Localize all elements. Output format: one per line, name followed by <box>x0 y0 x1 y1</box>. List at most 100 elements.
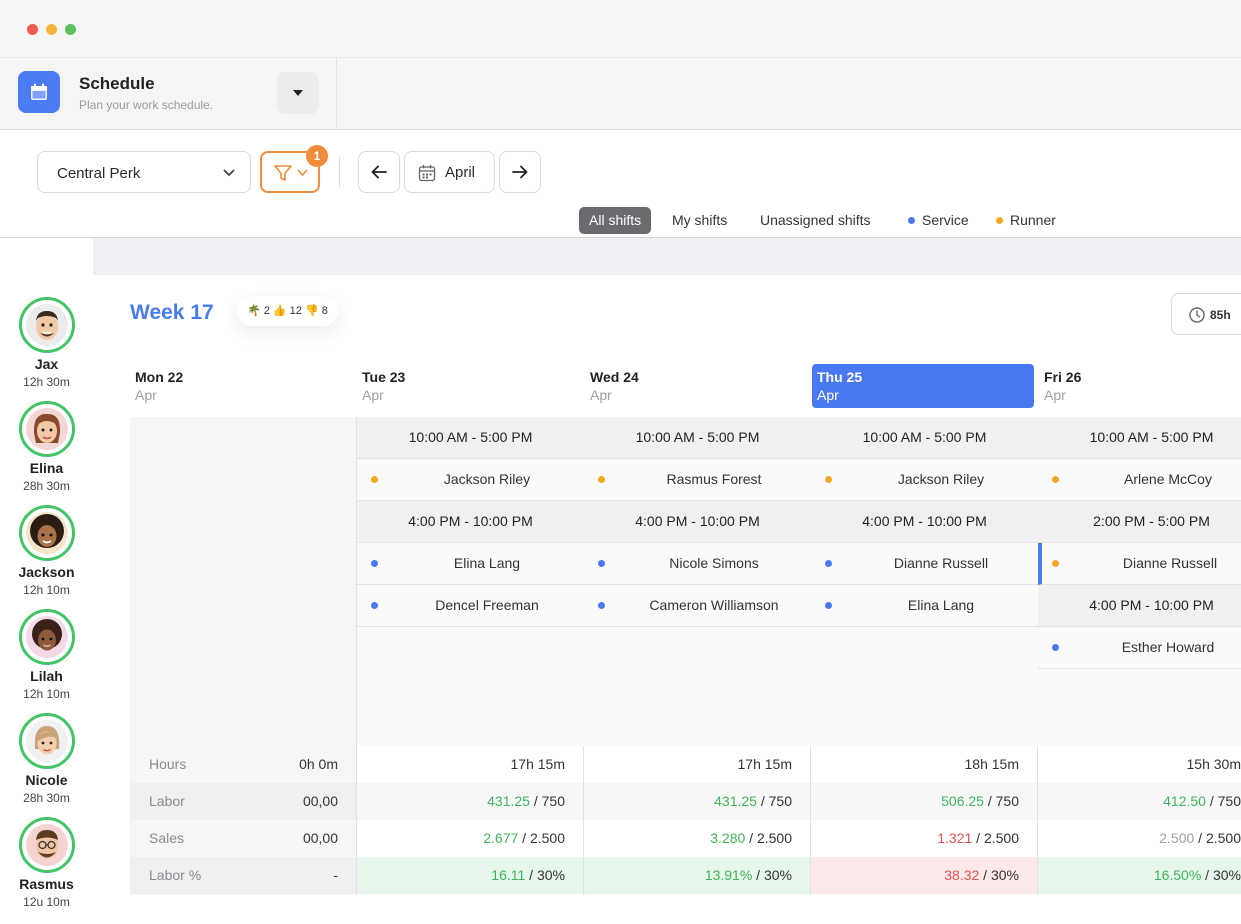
sidebar-person-lilah[interactable]: Lilah 12h 10m <box>0 609 93 701</box>
tab-my-shifts[interactable]: My shifts <box>672 207 727 234</box>
person-name: Lilah <box>30 668 63 684</box>
sidebar-person-jax[interactable]: Jax 12h 30m <box>0 297 93 389</box>
shift-time[interactable]: 4:00 PM - 10:00 PM <box>811 501 1038 543</box>
stats-value: 3.280 <box>710 830 746 846</box>
runner-dot-icon <box>825 476 832 483</box>
sidebar-person-rasmus[interactable]: Rasmus 12u 10m <box>0 817 93 909</box>
day-header-mon[interactable]: Mon 22 Apr <box>130 364 352 408</box>
avatar <box>18 401 75 457</box>
filter-count-badge: 1 <box>306 145 328 167</box>
stats-row-hours: Hours 0h 0m 17h 15m 17h 15m 18h 15m 15h 3… <box>130 746 1241 783</box>
stats-target: / 750 <box>1205 793 1241 809</box>
shift-time[interactable]: 10:00 AM - 5:00 PM <box>357 417 584 459</box>
shift-assignee[interactable]: Jackson Riley <box>811 459 1038 501</box>
day-header-thu[interactable]: Thu 25 Apr <box>812 364 1034 408</box>
shift-time[interactable]: 2:00 PM - 5:00 PM <box>1038 501 1241 543</box>
stats-label: Labor <box>149 793 185 809</box>
month-picker[interactable]: April <box>404 151 495 193</box>
close-window-button[interactable] <box>27 24 38 35</box>
day-header-wed[interactable]: Wed 24 Apr <box>585 364 807 408</box>
stats-cell-tue: 431.25 / 750 <box>357 783 584 820</box>
empty-slot[interactable] <box>1038 669 1241 746</box>
service-dot-icon <box>371 602 378 609</box>
stats-cell-mon: Hours 0h 0m <box>130 746 357 783</box>
empty-slot[interactable] <box>811 627 1038 746</box>
shift-time[interactable]: 4:00 PM - 10:00 PM <box>1038 585 1241 627</box>
shift-assignee-selected[interactable]: Dianne Russell <box>1038 543 1241 585</box>
day-label: Wed 24 <box>590 369 639 385</box>
stats-cell-tue: 16.11 / 30% <box>357 857 584 894</box>
window-titlebar <box>0 0 1241 58</box>
stats-label: Hours <box>149 756 187 772</box>
calendar-icon <box>18 71 60 113</box>
stats-target: / 30% <box>752 867 792 883</box>
shift-assignee[interactable]: Elina Lang <box>357 543 584 585</box>
shift-assignee[interactable]: Jackson Riley <box>357 459 584 501</box>
shift-time[interactable]: 10:00 AM - 5:00 PM <box>584 417 811 459</box>
stats-value: 431.25 <box>487 793 530 809</box>
service-dot-icon <box>598 560 605 567</box>
location-select[interactable]: Central Perk <box>37 151 251 193</box>
avatar-elina-icon <box>25 408 68 450</box>
shift-assignee[interactable]: Elina Lang <box>811 585 1038 627</box>
shift-assignee[interactable]: Arlene McCoy <box>1038 459 1241 501</box>
assignee-name: Esther Howard <box>1121 639 1215 655</box>
person-name: Jax <box>34 356 59 372</box>
shift-time[interactable]: 10:00 AM - 5:00 PM <box>811 417 1038 459</box>
maximize-window-button[interactable] <box>65 24 76 35</box>
shift-assignee[interactable]: Cameron Williamson <box>584 585 811 627</box>
shift-time[interactable]: 4:00 PM - 10:00 PM <box>584 501 811 543</box>
schedule-grid: 10:00 AM - 5:00 PM Jackson Riley 4:00 PM… <box>130 417 1241 895</box>
stats-value: 38.32 <box>944 867 980 883</box>
stats-cell-thu: 38.32 / 30% <box>811 857 1038 894</box>
previous-month-button[interactable] <box>358 151 400 193</box>
timeline-band <box>93 238 1241 275</box>
tab-unassigned-shifts[interactable]: Unassigned shifts <box>760 207 871 234</box>
day-header-fri[interactable]: Fri 26 Apr <box>1039 364 1241 408</box>
minimize-window-button[interactable] <box>46 24 57 35</box>
empty-slot[interactable] <box>357 627 584 746</box>
shift-assignee[interactable]: Nicole Simons <box>584 543 811 585</box>
stats-cell-fri: 16.50% / 30% <box>1038 857 1241 894</box>
assignee-name: Cameron Williamson <box>649 597 779 613</box>
stats-row-labor-pct: Labor % - 16.11 / 30% 13.91% / 30% 38.32 … <box>130 857 1241 894</box>
stats-target: / 30% <box>1201 867 1241 883</box>
next-month-button[interactable] <box>499 151 541 193</box>
shift-time[interactable]: 10:00 AM - 5:00 PM <box>1038 417 1241 459</box>
shift-assignee[interactable]: Dianne Russell <box>811 543 1038 585</box>
day-header-tue[interactable]: Tue 23 Apr <box>357 364 579 408</box>
service-dot-icon <box>825 602 832 609</box>
stats-target: / 2.500 <box>1194 830 1241 846</box>
shift-assignee[interactable]: Rasmus Forest <box>584 459 811 501</box>
day-label: Tue 23 <box>362 369 406 385</box>
shift-assignee[interactable]: Esther Howard <box>1038 627 1241 669</box>
stats-value: 13.91% <box>704 867 753 883</box>
sidebar-person-jackson[interactable]: Jackson 12h 10m <box>0 505 93 597</box>
app-header: Schedule Plan your work schedule. <box>0 58 1241 130</box>
sidebar-person-nicole[interactable]: Nicole 28h 30m <box>0 713 93 805</box>
total-hours-value: 85h <box>1210 308 1231 322</box>
sidebar-person-elina[interactable]: Elina 28h 30m <box>0 401 93 493</box>
stats-target: / 2.500 <box>745 830 792 846</box>
tab-all-shifts[interactable]: All shifts <box>579 207 652 234</box>
shift-time[interactable]: 4:00 PM - 10:00 PM <box>357 501 584 543</box>
shift-assignee[interactable]: Dencel Freeman <box>357 585 584 627</box>
stats-cell-fri: 412.50 / 750 <box>1038 783 1241 820</box>
day-month: Apr <box>1044 387 1066 403</box>
stats-cell-tue: 17h 15m <box>357 746 584 783</box>
assignee-name: Rasmus Forest <box>666 471 762 487</box>
legend-runner[interactable]: Runner <box>996 207 1056 234</box>
person-hours: 12u 10m <box>23 895 70 909</box>
stats-cell-wed: 17h 15m <box>584 746 811 783</box>
empty-slot[interactable] <box>584 627 811 746</box>
person-name: Jackson <box>18 564 75 580</box>
runner-dot-icon <box>1052 560 1059 567</box>
day-label: Fri 26 <box>1044 369 1082 385</box>
total-hours-button[interactable]: 85h <box>1171 293 1241 335</box>
app-menu-dropdown[interactable] <box>277 72 319 114</box>
legend-service[interactable]: Service <box>908 207 969 234</box>
stats-target: / 30% <box>525 867 565 883</box>
avatar <box>18 609 75 665</box>
assignee-name: Arlene McCoy <box>1124 471 1212 487</box>
day-month: Apr <box>362 387 384 403</box>
